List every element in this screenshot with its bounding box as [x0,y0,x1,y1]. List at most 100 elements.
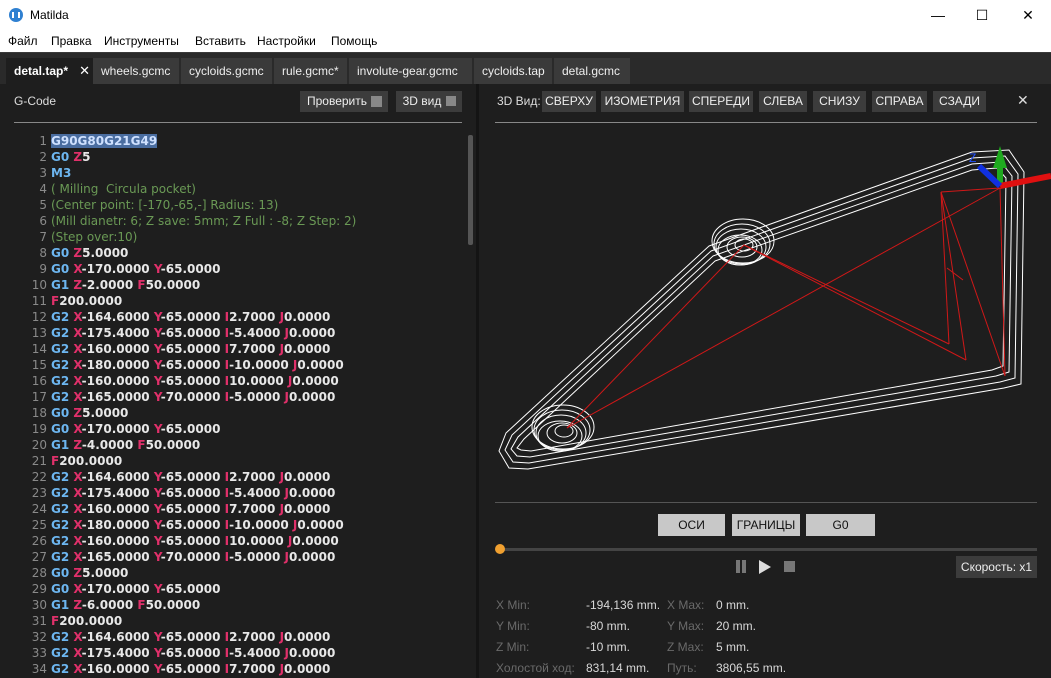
line-number: 20 [31,438,47,452]
code-token: 0.0000 [297,358,344,372]
code-token: -180.0000 [81,358,154,372]
tab-cycloids-gcmc[interactable]: cycloids.gcmc [181,58,272,85]
code-token: 200.0000 [59,614,123,628]
gcode-panel: G-Code Проверить 3D вид 1 G90G80G21G49 2 G0… [0,84,476,678]
minimize-button[interactable]: — [915,0,961,30]
ymin-value: -80 mm. [586,619,631,633]
pocket-circles-bottom [531,404,595,452]
code-token: -70.0000 [160,390,225,404]
tab-detal-gcmc[interactable]: detal.gcmc [554,58,630,85]
code-token: X [73,342,82,356]
line-number: 1 [39,134,47,148]
g0-toggle[interactable]: G0 [806,514,875,536]
line-number: 19 [31,422,47,436]
playback-track[interactable] [499,548,1037,551]
line-text: G0 X-170.0000 Y-65.0000 [51,422,220,436]
view-isometric-button[interactable]: ИЗОМЕТРИЯ [601,91,684,112]
menu-file[interactable]: Файл [8,34,38,48]
title-bar: Matilda — ☐ ✕ [0,0,1051,30]
view-right-button[interactable]: СПРАВА [872,91,927,112]
view-front-button[interactable]: СПЕРЕДИ [689,91,753,112]
line-text: G2 X-160.0000 Y-65.0000 I10.0000 J0.0000 [51,534,339,548]
code-token: Y [153,422,161,436]
code-token: Y [153,470,161,484]
tab-rule-gcmc[interactable]: rule.gcmc* [274,58,347,85]
line-number: 31 [31,614,47,628]
play-icon[interactable] [759,560,771,574]
code-token: G0 [51,406,74,420]
editor-scrollbar[interactable] [468,135,473,245]
line-text: G1 Z-2.0000 F50.0000 [51,278,200,292]
view-back-button[interactable]: СЗАДИ [933,91,986,112]
line-text: G2 X-160.0000 Y-65.0000 I7.7000 J0.0000 [51,502,330,516]
menu-insert[interactable]: Вставить [195,34,246,48]
code-token: -175.4000 [81,646,154,660]
cube-icon [446,96,456,106]
code-token: X [73,550,82,564]
code-token: G0 [51,246,74,260]
tab-cycloids-tap[interactable]: cycloids.tap [474,58,552,85]
tab-detal-tap[interactable]: detal.tap* ✕ [6,58,94,85]
code-token: 200.0000 [59,294,123,308]
axes-toggle[interactable]: ОСИ [658,514,725,536]
close-3d-view-icon[interactable]: ✕ [1017,92,1029,109]
check-button[interactable]: Проверить [300,91,388,112]
close-tab-icon[interactable]: ✕ [79,58,90,84]
pause-icon[interactable] [735,560,747,573]
code-token: F [51,454,60,468]
menu-settings[interactable]: Настройки [257,34,316,48]
stop-icon[interactable] [784,561,795,572]
menu-edit[interactable]: Правка [51,34,92,48]
code-token: 0.0000 [297,518,344,532]
line-text: G0 Z5.0000 [51,406,128,420]
view-left-button[interactable]: СЛЕВА [759,91,807,112]
line-number: 10 [31,278,47,292]
code-token: F [51,294,60,308]
code-token: Y [153,646,161,660]
menu-help[interactable]: Помощь [331,34,377,48]
code-token: 0.0000 [292,374,339,388]
line-text: F200.0000 [51,294,122,308]
code-token: X [73,470,82,484]
ymin-label: Y Min: [496,619,530,633]
zmax-value: 5 mm. [716,640,750,654]
line-text: G0 X-170.0000 Y-65.0000 [51,582,220,596]
tab-involute-gear-gcmc[interactable]: involute-gear.gcmc [349,58,472,85]
code-token: 5.0000 [82,566,129,580]
code-token: Y [153,662,161,676]
bounds-toggle[interactable]: ГРАНИЦЫ [732,514,800,536]
code-token: -175.4000 [81,326,154,340]
code-token: 0.0000 [284,630,331,644]
line-number: 23 [31,486,47,500]
maximize-button[interactable]: ☐ [959,0,1005,30]
close-window-button[interactable]: ✕ [1005,0,1051,30]
code-token: G0 [51,566,74,580]
code-token: G90G80G21G49 [51,134,158,148]
view-3d-button-label: 3D вид [402,94,442,108]
line-number: 5 [39,198,47,212]
code-token: -65.0000 [160,422,221,436]
code-token: X [73,518,82,532]
view-bottom-button[interactable]: СНИЗУ [813,91,866,112]
line-text: G0 Z5.0000 [51,246,128,260]
line-number: 33 [31,646,47,660]
view-3d-button[interactable]: 3D вид [396,91,462,112]
line-number: 8 [39,246,47,260]
menu-tools[interactable]: Инструменты [104,34,179,48]
code-token: X [73,326,82,340]
tab-wheels-gcmc[interactable]: wheels.gcmc [93,58,179,85]
code-token: -165.0000 [81,390,154,404]
idle-value: 831,14 mm. [586,661,650,675]
code-token: -65.0000 [160,518,225,532]
code-token: Z [73,406,83,420]
code-token: -160.0000 [81,342,154,356]
viewport-3d[interactable]: Z [495,128,1051,500]
line-text: G2 X-164.6000 Y-65.0000 I2.7000 J0.0000 [51,630,330,644]
speed-button[interactable]: Скорость: x1 [956,556,1037,578]
playback-slider-handle[interactable] [495,544,505,554]
code-token: -2.0000 [81,278,138,292]
code-token: -65.0000 [160,646,225,660]
xmax-label: X Max: [667,598,705,612]
view-top-button[interactable]: СВЕРХУ [542,91,596,112]
code-token: -65.0000 [160,470,225,484]
